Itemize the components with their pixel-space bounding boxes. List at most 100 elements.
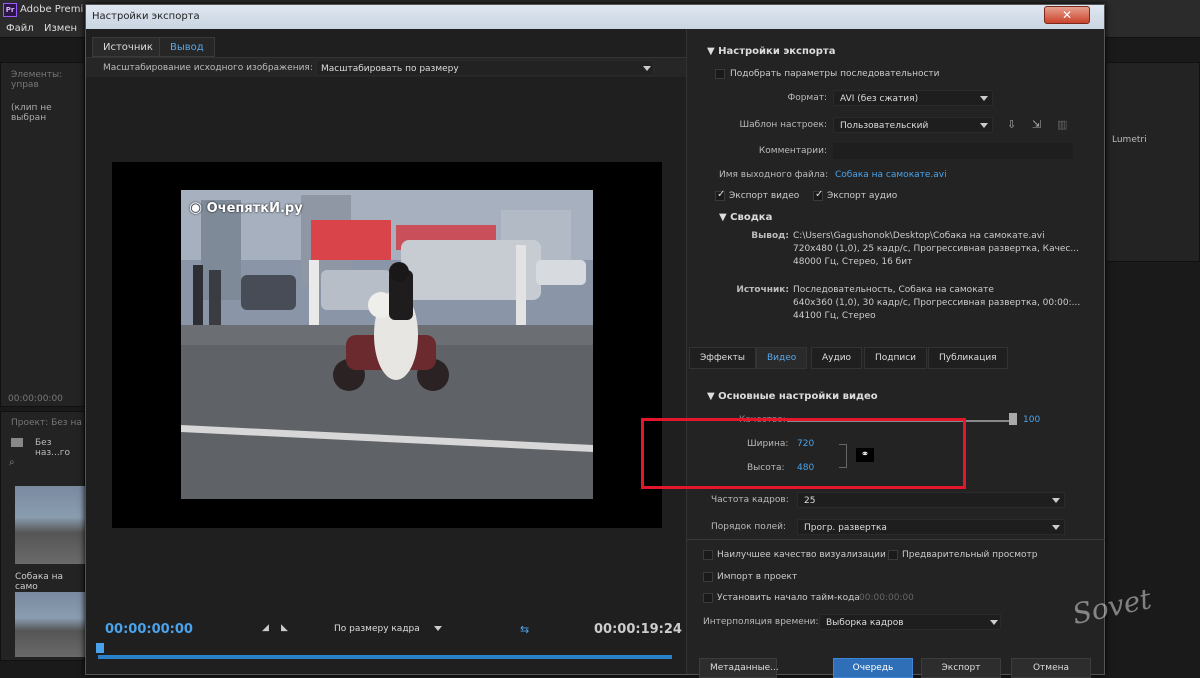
summary-source-line: 44100 Гц, Стерео — [793, 311, 876, 321]
export-audio-checkbox[interactable] — [813, 189, 823, 201]
panel-timecode: 00:00:00:00 — [8, 394, 63, 404]
quality-handle[interactable] — [1009, 413, 1017, 425]
chevron-down-icon — [990, 620, 998, 625]
save-preset-icon[interactable]: ⇩ — [1007, 118, 1016, 131]
folder-name: Без наз...го — [35, 438, 71, 458]
field-order-value: Прогр. развертка — [804, 523, 887, 533]
scale-label: Масштабирование исходного изображения: — [103, 63, 313, 73]
import-checkbox[interactable] — [703, 572, 713, 582]
metadata-button[interactable]: Метаданные... — [699, 658, 779, 678]
format-dropdown[interactable]: AVI (без сжатия) — [833, 90, 993, 106]
export-settings-dialog: Настройки экспорта ✕ Источник Вывод Масш… — [85, 4, 1105, 678]
summary-label: Сводка — [730, 212, 773, 223]
tab-audio[interactable]: Аудио — [811, 347, 863, 369]
set-timecode-value[interactable]: 00:00:00:00 — [859, 593, 914, 603]
premiere-logo-icon: Pr — [3, 3, 17, 17]
import-preset-icon[interactable]: ⇲ — [1032, 118, 1041, 131]
video-scene — [181, 190, 593, 499]
export-audio-label: Экспорт аудио — [827, 191, 898, 201]
project-panel: Проект: Без на Без наз...го ⌕ Собака на … — [0, 411, 85, 661]
eye-icon: ◉ — [189, 198, 203, 216]
set-timecode-checkbox[interactable] — [703, 593, 713, 603]
comments-input[interactable] — [833, 143, 1073, 159]
settings-tabs: Эффекты Видео Аудио Подписи Публикация — [687, 347, 1105, 369]
match-seq-checkbox[interactable] — [715, 69, 725, 79]
export-video-checkbox[interactable] — [715, 189, 725, 201]
match-seq-label: Подобрать параметры последовательности — [730, 69, 940, 79]
close-button[interactable]: ✕ — [1044, 6, 1090, 24]
export-video-label: Экспорт видео — [729, 191, 800, 201]
summary-output-label: Вывод: — [751, 231, 789, 241]
tab-captions[interactable]: Подписи — [864, 347, 928, 369]
delete-preset-icon[interactable]: ▥ — [1057, 118, 1067, 131]
timecode-start[interactable]: 00:00:00:00 — [105, 622, 193, 637]
lumetri-label: Lumetri — [1112, 135, 1147, 145]
divider — [687, 539, 1105, 540]
preset-label: Шаблон настроек: — [739, 120, 827, 130]
tab-output[interactable]: Вывод — [159, 37, 215, 57]
preset-dropdown[interactable]: Пользовательский — [833, 117, 993, 133]
highlight-box — [641, 418, 966, 489]
summary-source-label: Источник: — [736, 285, 789, 295]
video-preview: ◉ ОчепяткИ.ру — [112, 162, 662, 528]
format-label: Формат: — [787, 93, 827, 103]
timeline-bar[interactable] — [98, 655, 672, 659]
summary-output-line: 48000 Гц, Стерео, 16 бит — [793, 257, 913, 267]
cancel-button[interactable]: Отмена — [1011, 658, 1091, 678]
settings-panel: ▼ Настройки экспорта Подобрать параметры… — [686, 29, 1105, 678]
export-button[interactable]: Экспорт — [921, 658, 1001, 678]
search-icon[interactable]: ⌕ — [9, 457, 15, 468]
summary-output-line: C:\Users\Gagushonok\Desktop\Собака на са… — [793, 231, 1045, 241]
set-in-icon[interactable]: ◢ — [262, 623, 269, 633]
set-out-icon[interactable]: ◣ — [281, 623, 288, 633]
clip-thumbnail[interactable] — [15, 486, 85, 564]
basic-video-heading[interactable]: ▼ Основные настройки видео — [707, 391, 878, 402]
fit-dropdown[interactable]: По размеру кадра — [326, 621, 446, 637]
chevron-down-icon — [980, 96, 988, 101]
export-settings-heading[interactable]: ▼ Настройки экспорта — [707, 46, 835, 57]
panel-label: Элементы: управ — [11, 70, 63, 90]
summary-source-line: 640x360 (1,0), 30 кадр/с, Прогрессивная … — [793, 298, 1081, 308]
quality-value[interactable]: 100 — [1023, 415, 1040, 425]
format-value: AVI (без сжатия) — [840, 94, 919, 104]
playhead[interactable] — [96, 643, 104, 653]
field-order-dropdown[interactable]: Прогр. развертка — [797, 519, 1065, 535]
interp-label: Интерполяция времени: — [703, 617, 819, 627]
tab-video[interactable]: Видео — [756, 347, 808, 369]
interp-dropdown[interactable]: Выборка кадров — [819, 614, 1001, 630]
timecode-end: 00:00:19:24 — [594, 622, 682, 637]
fps-label: Частота кадров: — [711, 495, 789, 505]
best-quality-checkbox[interactable] — [703, 550, 713, 560]
source-range-icon[interactable]: ⇆ — [520, 623, 529, 636]
chevron-down-icon — [980, 123, 988, 128]
summary-heading[interactable]: ▼ Сводка — [719, 212, 772, 223]
scale-dropdown[interactable]: Масштабировать по размеру — [316, 60, 654, 76]
export-settings-label: Настройки экспорта — [718, 46, 836, 57]
output-name-link[interactable]: Собака на самокате.avi — [835, 170, 947, 180]
effect-controls-panel: Элементы: управ (клип не выбран 00:00:00… — [0, 62, 85, 407]
watermark-text: ОчепяткИ.ру — [206, 201, 303, 216]
chevron-down-icon — [643, 66, 651, 71]
chevron-down-icon — [1052, 498, 1060, 503]
dialog-title: Настройки экспорта — [92, 11, 200, 22]
app-title: Adobe Premi — [20, 4, 84, 15]
scale-row: Масштабирование исходного изображения: М… — [86, 57, 686, 77]
preview-label: Предварительный просмотр — [902, 550, 1038, 560]
tab-publish[interactable]: Публикация — [928, 347, 1008, 369]
fps-dropdown[interactable]: 25 — [797, 492, 1065, 508]
comments-label: Комментарии: — [758, 146, 827, 156]
tab-effects[interactable]: Эффекты — [689, 347, 756, 369]
queue-button[interactable]: Очередь — [833, 658, 913, 678]
chevron-down-icon — [434, 626, 442, 631]
interp-value: Выборка кадров — [826, 618, 904, 628]
scale-value: Масштабировать по размеру — [321, 64, 459, 74]
clip-thumbnail-2[interactable] — [15, 592, 85, 657]
summary-output-line: 720x480 (1,0), 25 кадр/с, Прогрессивная … — [793, 244, 1079, 254]
basic-video-label: Основные настройки видео — [718, 391, 878, 402]
fit-value: По размеру кадра — [334, 624, 420, 634]
menu-file[interactable]: Файл — [6, 23, 34, 34]
fps-value: 25 — [804, 496, 816, 506]
menu-edit[interactable]: Измен — [44, 23, 77, 34]
tab-source[interactable]: Источник — [92, 37, 164, 57]
preview-checkbox[interactable] — [888, 550, 898, 560]
